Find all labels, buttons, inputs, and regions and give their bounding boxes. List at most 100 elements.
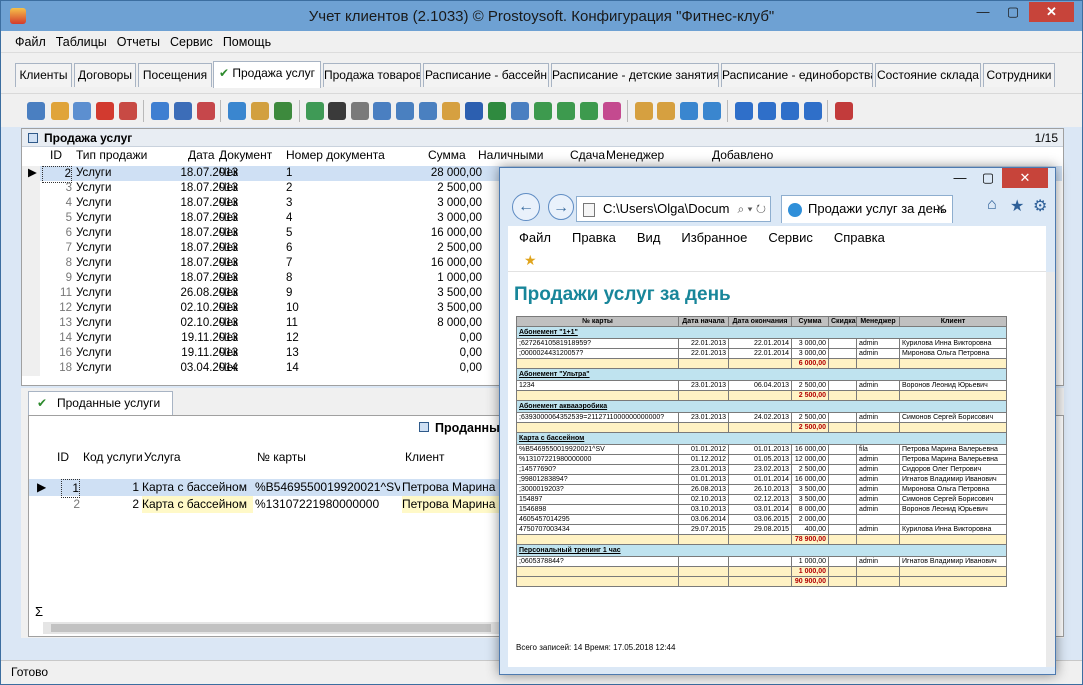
tab-employees[interactable]: Сотрудники	[983, 63, 1055, 87]
ie-menu-file[interactable]: Файл	[508, 226, 561, 245]
last-record-icon[interactable]	[804, 102, 822, 120]
maximize-icon[interactable]: ▢	[999, 2, 1027, 22]
export-csv-icon[interactable]	[534, 102, 552, 120]
tab-schedule-martial[interactable]: Расписание - единоборства	[721, 63, 873, 87]
report-cell: admin	[856, 474, 900, 485]
col-added[interactable]: Добавлено	[712, 148, 773, 162]
settings-icon[interactable]: ⚙	[1033, 196, 1047, 216]
delete-all-icon[interactable]	[119, 102, 137, 120]
cell-sum: 3 000,00	[437, 212, 482, 224]
report-title: Продажи услуг за день	[514, 284, 731, 305]
edit-icon[interactable]	[51, 102, 69, 120]
ie-menu-view[interactable]: Вид	[626, 226, 671, 245]
col-document[interactable]: Документ	[219, 148, 272, 162]
tab-schedule-kids[interactable]: Расписание - детские занятия	[551, 63, 719, 87]
export-excel-icon[interactable]	[488, 102, 506, 120]
sort-desc-icon[interactable]	[657, 102, 675, 120]
ie-menu-favorites[interactable]: Избранное	[670, 226, 757, 245]
export-html-icon[interactable]	[511, 102, 529, 120]
doc2-icon[interactable]	[703, 102, 721, 120]
tab-schedule-pool[interactable]: Расписание - бассейн	[423, 63, 549, 87]
col-card-number[interactable]: № карты	[257, 449, 306, 466]
ie-menu-edit[interactable]: Правка	[561, 226, 626, 245]
sort-icon[interactable]	[228, 102, 246, 120]
filter-clear-icon[interactable]	[197, 102, 215, 120]
table-row[interactable]: 2 2 Карта с бассейном %13107221980000000…	[29, 496, 499, 513]
maximize-icon[interactable]: ▢	[974, 168, 1002, 188]
address-bar[interactable]: C:\Users\Olga\Docum ⌕ ▾ ↻	[576, 196, 771, 222]
menu-tables[interactable]: Таблицы	[51, 31, 112, 53]
report2-icon[interactable]	[419, 102, 437, 120]
tab-contracts[interactable]: Договоры	[74, 63, 136, 87]
col-id[interactable]: ID	[57, 449, 69, 466]
home-icon[interactable]: ⌂	[987, 196, 997, 214]
browser-scrollbar[interactable]	[1046, 272, 1055, 667]
menu-reports[interactable]: Отчеты	[112, 31, 165, 53]
print-icon[interactable]	[351, 102, 369, 120]
close-tab-icon[interactable]: ✕	[935, 196, 946, 222]
favorites-icon[interactable]: ★	[1010, 196, 1024, 216]
tab-clients[interactable]: Клиенты	[15, 63, 72, 87]
filter-icon[interactable]	[151, 102, 169, 120]
col-sale-type[interactable]: Тип продажи	[76, 148, 147, 162]
forward-icon[interactable]: →	[548, 194, 574, 220]
table-row[interactable]: ▶ 1 1 Карта с бассейном %B54695500199200…	[29, 479, 499, 498]
sort-asc-icon[interactable]	[635, 102, 653, 120]
back-icon[interactable]: ←	[512, 193, 540, 221]
refresh-icon[interactable]	[306, 102, 324, 120]
filter-edit-icon[interactable]	[174, 102, 192, 120]
new-record-icon[interactable]	[27, 102, 45, 120]
col-sum[interactable]: Сумма	[428, 148, 466, 162]
col-cash[interactable]: Наличными	[478, 148, 544, 162]
copy-icon[interactable]	[73, 102, 91, 120]
col-date[interactable]: Дата	[188, 148, 215, 162]
col-manager[interactable]: Менеджер	[606, 148, 664, 162]
close-icon[interactable]: ✕	[1002, 168, 1048, 188]
export-xml-icon[interactable]	[580, 102, 598, 120]
menu-file[interactable]: Файл	[10, 31, 51, 53]
ie-menu-help[interactable]: Справка	[823, 226, 895, 245]
add-favorite-icon[interactable]: ★	[524, 252, 537, 269]
export-txt-icon[interactable]	[557, 102, 575, 120]
doc-icon[interactable]	[680, 102, 698, 120]
col-doc-number[interactable]: Номер документа	[286, 148, 385, 162]
menu-service[interactable]: Сервис	[165, 31, 218, 53]
report-cell: 3 500,00	[791, 484, 829, 495]
menu-help[interactable]: Помощь	[218, 31, 276, 53]
receipt-icon[interactable]	[835, 102, 853, 120]
col-service[interactable]: Услуга	[144, 449, 181, 466]
tab-visits[interactable]: Посещения	[138, 63, 212, 87]
minimize-icon[interactable]: —	[946, 168, 974, 188]
horizontal-scrollbar[interactable]	[43, 622, 503, 634]
report-icon[interactable]	[396, 102, 414, 120]
col-id[interactable]: ID	[50, 148, 62, 162]
search-refresh-icon[interactable]: ⌕ ▾ ↻	[737, 197, 766, 221]
col-change[interactable]: Сдача	[570, 148, 605, 162]
col-service-code[interactable]: Код услуги	[83, 449, 143, 466]
ie-menu-tools[interactable]: Сервис	[757, 226, 823, 245]
delete-icon[interactable]	[96, 102, 114, 120]
report-row: 4750707003434 29.07.2015 29.08.2015 400,00 a…	[516, 524, 1007, 535]
report-group-row: Абонемент "1+1"	[516, 326, 1007, 339]
report-cell: 23.01.2013	[678, 464, 729, 475]
tab-warehouse[interactable]: Состояние склада	[875, 63, 981, 87]
col-client[interactable]: Клиент	[405, 449, 445, 466]
close-icon[interactable]: ✕	[1029, 2, 1074, 22]
export-word-icon[interactable]	[465, 102, 483, 120]
minimize-icon[interactable]: —	[969, 2, 997, 22]
report-cell: admin	[856, 484, 900, 495]
tab-service-sales[interactable]: ✔ Продажа услуг	[213, 61, 321, 88]
group-icon[interactable]	[251, 102, 269, 120]
browser-tab[interactable]: Продажи услуг за день ✕	[781, 195, 953, 223]
scrollbar-thumb[interactable]	[51, 624, 491, 632]
sql-icon[interactable]	[274, 102, 292, 120]
chart-icon[interactable]	[603, 102, 621, 120]
next-record-icon[interactable]	[781, 102, 799, 120]
tab-sold-services[interactable]: ✔ Проданные услуги	[28, 391, 173, 415]
tab-goods-sales[interactable]: Продажа товаров	[323, 63, 421, 87]
first-record-icon[interactable]	[735, 102, 753, 120]
prev-record-icon[interactable]	[758, 102, 776, 120]
binoculars-icon[interactable]	[328, 102, 346, 120]
report-edit-icon[interactable]	[442, 102, 460, 120]
preview-icon[interactable]	[373, 102, 391, 120]
